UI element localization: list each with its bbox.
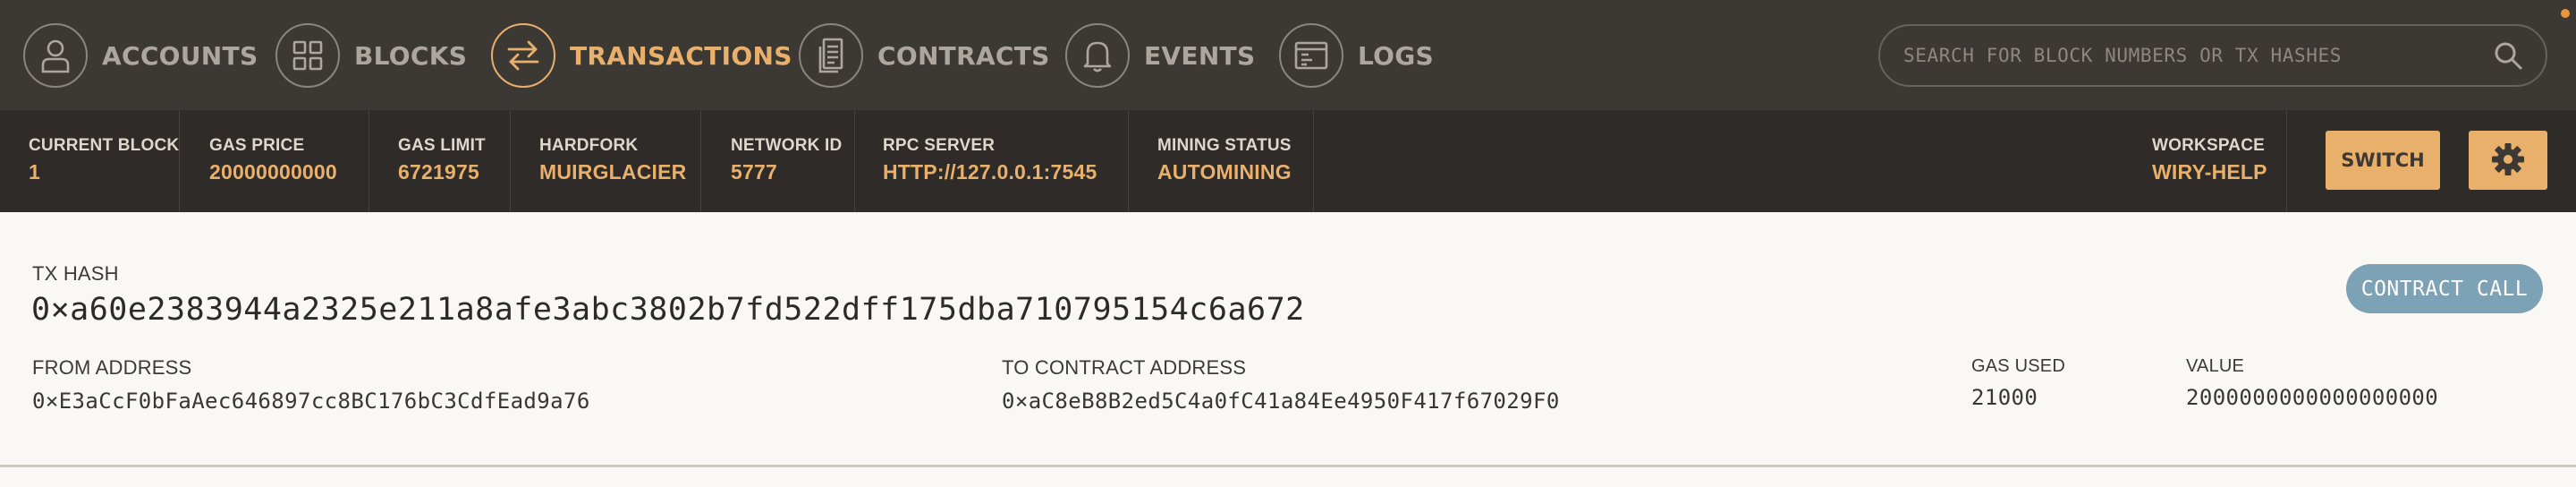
nav-contracts-label: CONTRACTS bbox=[877, 40, 1050, 71]
stat-value: MUIRGLACIER bbox=[539, 160, 687, 184]
stat-workspace: WORKSPACE WIRY-HELP bbox=[2152, 110, 2267, 212]
stat-rpc-server: RPC SERVER HTTP://127.0.0.1:7545 bbox=[883, 110, 1097, 212]
nav-transactions[interactable]: TRANSACTIONS bbox=[491, 23, 792, 88]
divider bbox=[2286, 110, 2287, 212]
divider bbox=[1128, 110, 1129, 212]
nav-blocks-label: BLOCKS bbox=[354, 40, 468, 71]
stat-label: RPC SERVER bbox=[883, 136, 996, 155]
swap-arrows-icon bbox=[491, 23, 555, 88]
stat-value: 20000000000 bbox=[209, 160, 337, 184]
nav-events-label: EVENTS bbox=[1144, 40, 1256, 71]
search-box bbox=[1878, 24, 2547, 87]
gas-used-label: GAS USED bbox=[1971, 356, 2065, 376]
to-address-value: 0×aC8eB8B2ed5C4a0fC41a84Ee4950F417f67029… bbox=[1002, 389, 1560, 414]
stat-label: GAS LIMIT bbox=[398, 136, 486, 155]
stat-hardfork: HARDFORK MUIRGLACIER bbox=[539, 110, 686, 212]
document-icon bbox=[799, 23, 863, 88]
from-address-value: 0×E3aCcF0bFaAec646897cc8BC176bC3CdfEad9a… bbox=[32, 389, 590, 414]
gear-icon bbox=[2490, 141, 2526, 180]
stat-value: 5777 bbox=[731, 160, 777, 184]
top-navigation: ACCOUNTS BLOCKS TRANSACTIONS CONTRACTS E… bbox=[0, 0, 2576, 110]
contract-call-badge: CONTRACT CALL bbox=[2346, 264, 2543, 313]
nav-contracts[interactable]: CONTRACTS bbox=[799, 23, 1050, 88]
nav-logs-label: LOGS bbox=[1358, 40, 1434, 71]
nav-events[interactable]: EVENTS bbox=[1065, 23, 1255, 88]
stat-value: 6721975 bbox=[398, 160, 479, 184]
settings-button[interactable] bbox=[2469, 131, 2547, 190]
stat-value: WIRY-HELP bbox=[2152, 160, 2267, 184]
to-address-label: TO CONTRACT ADDRESS bbox=[1002, 356, 1247, 379]
switch-workspace-button[interactable]: SWITCH bbox=[2326, 131, 2440, 190]
value-amount: 2000000000000000000 bbox=[2186, 385, 2439, 410]
search-icon[interactable] bbox=[2492, 39, 2524, 72]
stat-label: WORKSPACE bbox=[2152, 136, 2266, 155]
nav-logs[interactable]: LOGS bbox=[1279, 23, 1434, 88]
divider bbox=[700, 110, 701, 212]
stat-current-block: CURRENT BLOCK 1 bbox=[29, 110, 179, 212]
tx-hash-label: TX HASH bbox=[32, 262, 119, 285]
stat-value: 1 bbox=[29, 160, 40, 184]
notification-dot bbox=[2561, 9, 2570, 18]
stat-label: HARDFORK bbox=[539, 136, 639, 155]
grid-icon bbox=[275, 23, 340, 88]
tx-hash-value: 0×a60e2383944a2325e211a8afe3abc3802b7fd5… bbox=[31, 292, 1305, 328]
stat-gas-limit: GAS LIMIT 6721975 bbox=[398, 110, 486, 212]
stat-mining-status: MINING STATUS AUTOMINING bbox=[1157, 110, 1292, 212]
divider bbox=[1313, 110, 1314, 212]
stat-value: HTTP://127.0.0.1:7545 bbox=[883, 160, 1097, 184]
gas-used-value: 21000 bbox=[1971, 385, 2038, 410]
nav-accounts[interactable]: ACCOUNTS bbox=[23, 23, 258, 88]
stat-label: MINING STATUS bbox=[1157, 136, 1292, 155]
nav-transactions-label: TRANSACTIONS bbox=[570, 40, 792, 71]
divider bbox=[854, 110, 855, 212]
transaction-detail bbox=[0, 212, 2576, 466]
stat-network-id: NETWORK ID 5777 bbox=[731, 110, 842, 212]
terminal-window-icon bbox=[1279, 23, 1343, 88]
divider bbox=[510, 110, 511, 212]
person-icon bbox=[23, 23, 88, 88]
divider bbox=[0, 465, 2576, 467]
stat-label: NETWORK ID bbox=[731, 136, 843, 155]
nav-accounts-label: ACCOUNTS bbox=[102, 40, 258, 71]
stat-label: GAS PRICE bbox=[209, 136, 305, 155]
stat-value: AUTOMINING bbox=[1157, 160, 1292, 184]
bell-icon bbox=[1065, 23, 1130, 88]
from-address-label: FROM ADDRESS bbox=[32, 356, 192, 379]
status-bar: CURRENT BLOCK 1 GAS PRICE 20000000000 GA… bbox=[0, 110, 2576, 212]
nav-blocks[interactable]: BLOCKS bbox=[275, 23, 467, 88]
search-input[interactable] bbox=[1903, 26, 2476, 85]
value-label: VALUE bbox=[2186, 356, 2245, 376]
stat-gas-price: GAS PRICE 20000000000 bbox=[209, 110, 337, 212]
divider bbox=[179, 110, 180, 212]
stat-label: CURRENT BLOCK bbox=[29, 136, 180, 155]
